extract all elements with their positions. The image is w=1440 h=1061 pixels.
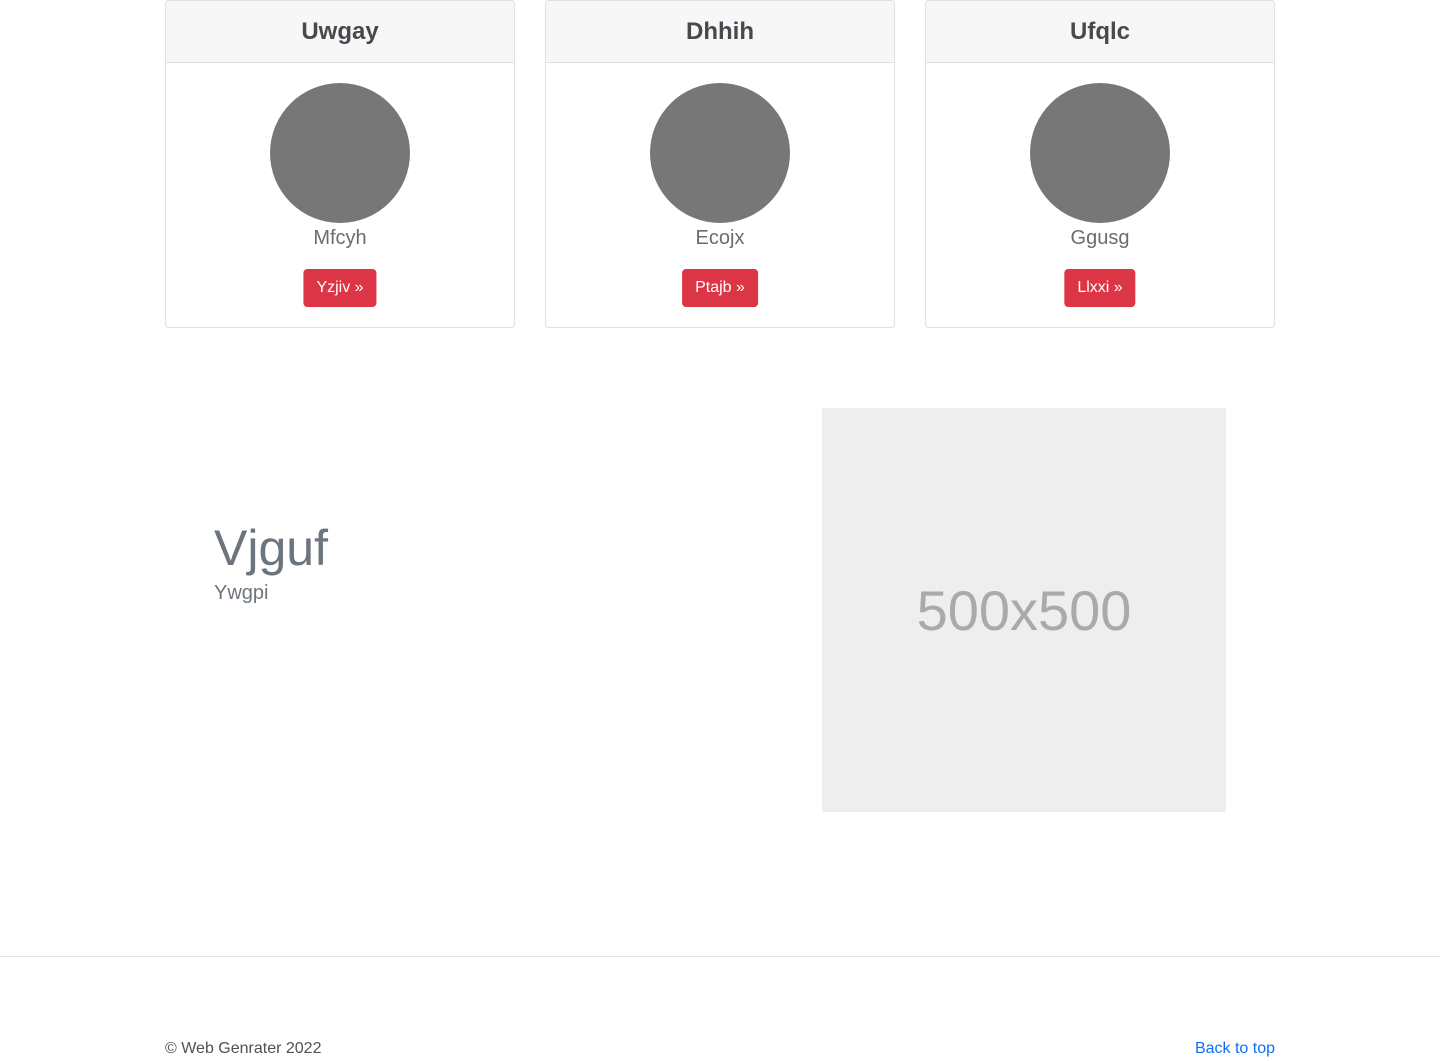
- card-subtitle: Mfcyh: [313, 227, 367, 249]
- card-action-button[interactable]: Ptajb »: [682, 269, 758, 307]
- avatar: [270, 83, 410, 223]
- card-subtitle: Ggusg: [1070, 227, 1130, 249]
- avatar: [1030, 83, 1170, 223]
- back-to-top-link[interactable]: Back to top: [1195, 1040, 1275, 1058]
- footer-divider: [0, 956, 1440, 957]
- card-title: Uwgay: [166, 1, 514, 63]
- avatar: [650, 83, 790, 223]
- card-title: Ufqlc: [926, 1, 1274, 63]
- card-body: Mfcyh Yzjiv »: [166, 63, 514, 327]
- placeholder-image: 500x500: [822, 408, 1226, 812]
- cards-row: Uwgay Mfcyh Yzjiv » Dhhih Ecojx Ptajb » …: [165, 0, 1275, 328]
- feature-heading: Vjguf: [214, 520, 328, 576]
- footer-copyright: © Web Genrater 2022: [165, 1040, 322, 1057]
- card-action-button[interactable]: Yzjiv »: [303, 269, 377, 307]
- card-body: Ggusg Llxxi »: [926, 63, 1274, 327]
- card: Dhhih Ecojx Ptajb »: [545, 0, 895, 328]
- card: Ufqlc Ggusg Llxxi »: [925, 0, 1275, 328]
- card-body: Ecojx Ptajb »: [546, 63, 894, 327]
- card: Uwgay Mfcyh Yzjiv »: [165, 0, 515, 328]
- card-subtitle: Ecojx: [695, 227, 745, 249]
- card-title: Dhhih: [546, 1, 894, 63]
- feature-subheading: Ywgpi: [214, 582, 269, 604]
- card-action-button[interactable]: Llxxi »: [1064, 269, 1136, 307]
- feature-section: Vjguf Ywgpi 500x500: [165, 408, 1275, 812]
